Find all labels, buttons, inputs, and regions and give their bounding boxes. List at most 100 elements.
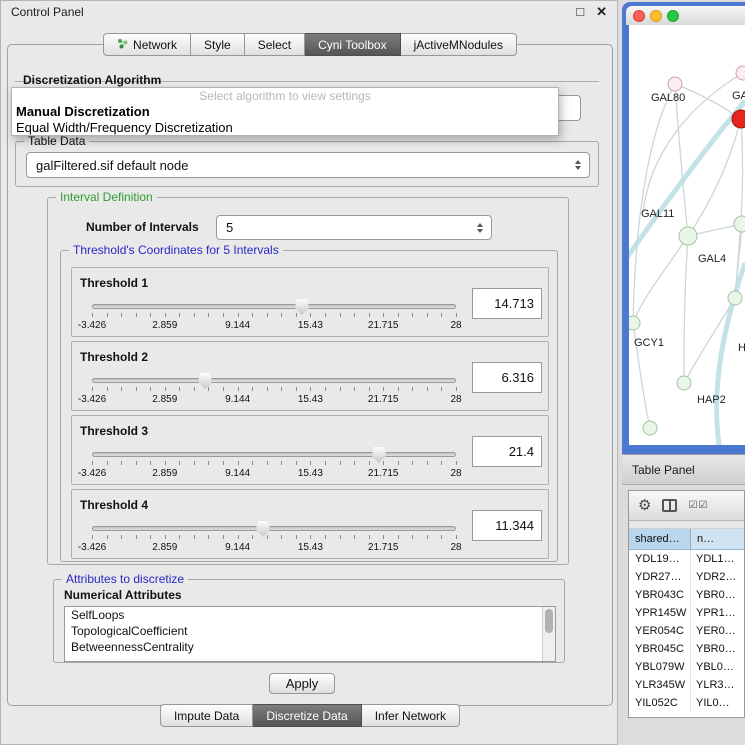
apply-button[interactable]: Apply [269, 673, 335, 694]
slider-tick [441, 313, 442, 317]
mac-close-icon[interactable] [633, 10, 645, 22]
slider-tick [179, 461, 180, 465]
slider-tick [427, 535, 428, 539]
slider-tick [92, 313, 93, 317]
mac-zoom-icon[interactable] [667, 10, 679, 22]
control-panel-window: Control Panel □ ✕ Network Style Select C… [0, 0, 618, 745]
select-columns-icon[interactable]: ☑☑ [688, 500, 708, 511]
network-node[interactable] [679, 227, 697, 245]
network-node[interactable] [677, 376, 691, 390]
axis-tick-label: 21.715 [368, 320, 399, 331]
axis-tick-label: 15.43 [298, 542, 323, 553]
threshold-3-slider[interactable] [92, 452, 456, 457]
threshold-3-value-input[interactable]: 21.4 [472, 436, 542, 467]
threshold-1-slider[interactable] [92, 304, 456, 309]
tab-network[interactable]: Network [103, 33, 191, 56]
threshold-3-label: Threshold 3 [80, 424, 148, 438]
table-data-select[interactable]: galFiltered.sif default node [26, 152, 590, 178]
network-node[interactable] [643, 421, 657, 435]
dropdown-item-equal-width[interactable]: Equal Width/Frequency Discretization [12, 120, 558, 136]
threshold-2-value-input[interactable]: 6.316 [472, 362, 542, 393]
number-of-intervals-select[interactable]: 5 [216, 215, 492, 240]
table-toolbar: ⚙ ☑☑ [629, 491, 744, 521]
tab-style[interactable]: Style [191, 33, 245, 56]
network-node[interactable] [629, 316, 640, 330]
mac-minimize-icon[interactable] [650, 10, 662, 22]
tab-select[interactable]: Select [245, 33, 305, 56]
threshold-4-value-input[interactable]: 11.344 [472, 510, 542, 541]
slider-tick [121, 461, 122, 465]
thresholds-group-title: Threshold's Coordinates for 5 Intervals [69, 243, 283, 257]
table-cell: YDL19… [629, 550, 691, 568]
slider-tick [252, 313, 253, 317]
slider-tick [296, 461, 297, 465]
table-cell: YBL0… [691, 658, 744, 676]
tab-cyni-toolbox[interactable]: Cyni Toolbox [305, 33, 400, 56]
attribute-list-item[interactable]: SelfLoops [65, 607, 555, 623]
table-row[interactable]: YER054CYER0… [629, 622, 744, 640]
columns-icon[interactable] [662, 499, 677, 512]
slider-tick [136, 535, 137, 539]
table-row[interactable]: YLR345WYLR3… [629, 676, 744, 694]
slider-tick [252, 387, 253, 391]
tab-label: Infer Network [375, 709, 446, 723]
node-table-body: YDL19…YDL1…YDR27…YDR2…YBR043CYBR0…YPR145… [629, 550, 744, 712]
table-row[interactable]: YPR145WYPR1… [629, 604, 744, 622]
table-row[interactable]: YDL19…YDL1… [629, 550, 744, 568]
table-cell: YIL052C [629, 694, 691, 712]
axis-tick-label: 28 [450, 320, 461, 331]
table-cell: YBL079W [629, 658, 691, 676]
network-node-label: H [738, 342, 745, 354]
slider-tick [310, 461, 311, 465]
slider-tick [296, 313, 297, 317]
table-cell: YDR27… [629, 568, 691, 586]
network-node[interactable] [668, 77, 682, 91]
slider-tick [179, 313, 180, 317]
column-header-shared[interactable]: shared… [629, 529, 691, 550]
table-row[interactable]: YDR27…YDR2… [629, 568, 744, 586]
network-node[interactable] [728, 291, 742, 305]
attribute-list-item[interactable]: BetweennessCentrality [65, 639, 555, 655]
gear-icon[interactable]: ⚙ [638, 498, 651, 513]
tab-label: Style [204, 38, 231, 52]
axis-tick-label: 2.859 [152, 468, 177, 479]
network-canvas[interactable]: GAL80 GA GAL11 GAL4 GCY1 H HAP2 [629, 25, 745, 445]
close-icon[interactable]: ✕ [596, 4, 607, 20]
axis-tick-label: 9.144 [225, 468, 250, 479]
tab-label: Cyni Toolbox [318, 38, 386, 52]
network-icon [117, 38, 128, 52]
axis-tick-label: 28 [450, 542, 461, 553]
network-node[interactable] [734, 216, 745, 232]
table-row[interactable]: YBR045CYBR0… [629, 640, 744, 658]
slider-tick [165, 313, 166, 317]
threshold-2-box: Threshold 2 -3.4262.8599.14415.4321.7152… [71, 341, 549, 411]
tab-jactivemnodules[interactable]: jActiveMNodules [401, 33, 517, 56]
scrollbar-thumb[interactable] [545, 609, 553, 633]
slider-tick [179, 387, 180, 391]
threshold-4-label: Threshold 4 [80, 498, 148, 512]
network-window-titlebar[interactable] [626, 6, 745, 25]
attributes-scrollbar[interactable] [542, 607, 555, 661]
threshold-2-slider[interactable] [92, 378, 456, 383]
threshold-1-value-input[interactable]: 14.713 [472, 288, 542, 319]
table-row[interactable]: YBL079WYBL0… [629, 658, 744, 676]
table-row[interactable]: YBR043CYBR0… [629, 586, 744, 604]
slider-tick [354, 535, 355, 539]
network-node-selected[interactable] [732, 110, 745, 128]
slider-tick [107, 387, 108, 391]
dropdown-item-manual-discretization[interactable]: Manual Discretization [12, 104, 558, 120]
threshold-4-slider[interactable] [92, 526, 456, 531]
axis-tick-label: 21.715 [368, 394, 399, 405]
float-icon[interactable]: □ [576, 4, 584, 20]
column-header-name[interactable]: n… [691, 529, 744, 550]
network-node[interactable] [736, 66, 745, 80]
tab-impute-data[interactable]: Impute Data [160, 704, 253, 727]
slider-tick [238, 313, 239, 317]
table-row[interactable]: YIL052CYIL0… [629, 694, 744, 712]
axis-tick-label: -3.426 [78, 468, 106, 479]
tab-infer-network[interactable]: Infer Network [362, 704, 460, 727]
attribute-list-item[interactable]: TopologicalCoefficient [65, 623, 555, 639]
slider-tick [223, 461, 224, 465]
tab-discretize-data[interactable]: Discretize Data [253, 704, 361, 727]
slider-tick [252, 535, 253, 539]
